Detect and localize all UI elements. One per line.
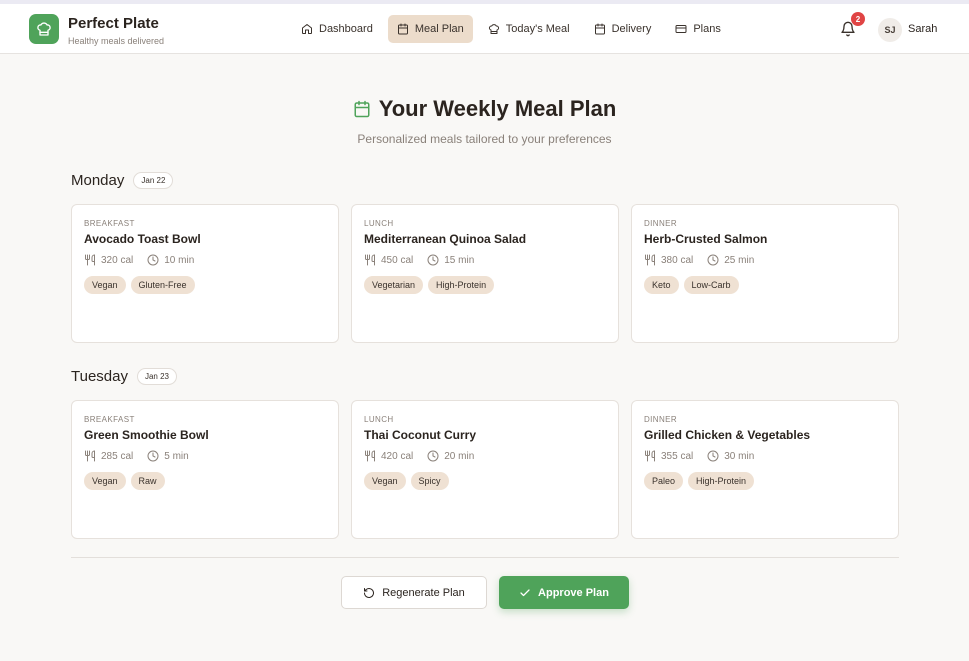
- date-pill: Jan 23: [136, 368, 178, 385]
- clock-icon: [147, 450, 159, 462]
- chef-hat-icon: [37, 22, 51, 36]
- day-header-tuesday: Tuesday Jan 23: [71, 368, 178, 385]
- approve-plan-label: Approve Plan: [538, 586, 609, 599]
- calories: 380 cal: [661, 254, 694, 266]
- utensils-icon: [365, 254, 375, 266]
- meal-card[interactable]: LUNCH Mediterranean Quinoa Salad 450 cal…: [351, 204, 619, 343]
- diet-tag: Vegan: [364, 472, 406, 490]
- refresh-icon: [364, 587, 375, 598]
- diet-tag: Paleo: [644, 472, 684, 490]
- brand-name: Perfect Plate: [68, 15, 159, 32]
- brand-tagline: Healthy meals delivered: [68, 36, 165, 46]
- meal-name: Herb-Crusted Salmon: [644, 232, 768, 246]
- nav-todays-meal[interactable]: Today's Meal: [479, 15, 579, 43]
- diet-tag: Low-Carb: [683, 276, 739, 294]
- meal-card[interactable]: BREAKFAST Green Smoothie Bowl 285 cal 5 …: [71, 400, 339, 539]
- notification-badge: 2: [851, 12, 865, 26]
- meal-card[interactable]: DINNER Grilled Chicken & Vegetables 355 …: [631, 400, 899, 539]
- meal-type: LUNCH: [364, 219, 394, 228]
- date-pill: Jan 22: [133, 172, 174, 189]
- chef-hat-icon: [488, 24, 499, 34]
- main-nav: Dashboard Meal Plan Today's Meal Deliver…: [292, 15, 730, 43]
- meal-card[interactable]: DINNER Herb-Crusted Salmon 380 cal 25 mi…: [631, 204, 899, 343]
- utensils-icon: [85, 450, 95, 462]
- regenerate-plan-label: Regenerate Plan: [382, 586, 465, 599]
- user-name[interactable]: Sarah: [908, 23, 937, 35]
- utensils-icon: [85, 254, 95, 266]
- clock-icon: [427, 450, 439, 462]
- home-icon: [302, 24, 312, 34]
- calories: 355 cal: [661, 450, 694, 462]
- nav-delivery-label: Delivery: [611, 23, 652, 35]
- page-title-text: Your Weekly Meal Plan: [378, 96, 617, 121]
- nav-delivery[interactable]: Delivery: [585, 15, 661, 43]
- calendar-icon: [594, 23, 605, 35]
- meal-type: LUNCH: [364, 415, 394, 424]
- calories: 420 cal: [381, 450, 414, 462]
- nav-plans-label: Plans: [693, 23, 721, 35]
- check-icon: [520, 588, 530, 596]
- top-nav-bar: Perfect Plate Healthy meals delivered Da…: [0, 4, 969, 54]
- diet-tag: High-Protein: [688, 472, 755, 490]
- clock-icon: [707, 254, 719, 266]
- meal-name: Grilled Chicken & Vegetables: [644, 428, 811, 442]
- diet-tag: Keto: [644, 276, 679, 294]
- day-name: Monday: [71, 172, 125, 189]
- meal-name: Thai Coconut Curry: [364, 428, 477, 442]
- calendar-icon: [354, 100, 370, 118]
- calendar-icon: [397, 23, 408, 35]
- day-header-monday: Monday Jan 22: [71, 172, 174, 189]
- credit-card-icon: [675, 25, 687, 33]
- nav-meal-plan-label: Meal Plan: [414, 23, 464, 35]
- diet-tag: Vegan: [84, 276, 126, 294]
- regenerate-plan-button[interactable]: Regenerate Plan: [341, 576, 487, 609]
- prep-time: 10 min: [164, 254, 195, 266]
- nav-dashboard-label: Dashboard: [319, 23, 373, 35]
- page-subtitle: Personalized meals tailored to your pref…: [357, 132, 612, 146]
- prep-time: 25 min: [724, 254, 755, 266]
- diet-tag: High-Protein: [428, 276, 495, 294]
- clock-icon: [427, 254, 439, 266]
- utensils-icon: [645, 450, 655, 462]
- nav-meal-plan[interactable]: Meal Plan: [387, 15, 473, 43]
- clock-icon: [707, 450, 719, 462]
- clock-icon: [147, 254, 159, 266]
- day-name: Tuesday: [71, 368, 128, 385]
- calories: 285 cal: [101, 450, 134, 462]
- prep-time: 5 min: [164, 450, 189, 462]
- meal-type: BREAKFAST: [84, 415, 135, 424]
- calories: 320 cal: [101, 254, 134, 266]
- nav-todays-meal-label: Today's Meal: [505, 23, 570, 35]
- meal-type: DINNER: [644, 415, 678, 424]
- page-title: Your Weekly Meal Plan: [0, 96, 969, 122]
- nav-dashboard[interactable]: Dashboard: [292, 15, 382, 43]
- nav-plans[interactable]: Plans: [666, 15, 730, 43]
- diet-tag: Raw: [130, 472, 165, 490]
- meal-type: BREAKFAST: [84, 219, 135, 228]
- avatar[interactable]: SJ: [878, 18, 902, 42]
- meal-name: Avocado Toast Bowl: [84, 232, 201, 246]
- diet-tag: Spicy: [410, 472, 449, 490]
- calories: 450 cal: [381, 254, 414, 266]
- diet-tag: Vegan: [84, 472, 126, 490]
- meal-type: DINNER: [644, 219, 678, 228]
- meal-card[interactable]: LUNCH Thai Coconut Curry 420 cal 20 min …: [351, 400, 619, 539]
- diet-tag: Vegetarian: [364, 276, 424, 294]
- utensils-icon: [365, 450, 375, 462]
- divider: [71, 557, 899, 558]
- prep-time: 15 min: [444, 254, 475, 266]
- utensils-icon: [645, 254, 655, 266]
- prep-time: 20 min: [444, 450, 475, 462]
- diet-tag: Gluten-Free: [130, 276, 195, 294]
- prep-time: 30 min: [724, 450, 755, 462]
- meal-name: Green Smoothie Bowl: [84, 428, 209, 442]
- meal-name: Mediterranean Quinoa Salad: [364, 232, 527, 246]
- meal-card[interactable]: BREAKFAST Avocado Toast Bowl 320 cal 10 …: [71, 204, 339, 343]
- logo[interactable]: [29, 14, 59, 44]
- approve-plan-button[interactable]: Approve Plan: [499, 576, 629, 609]
